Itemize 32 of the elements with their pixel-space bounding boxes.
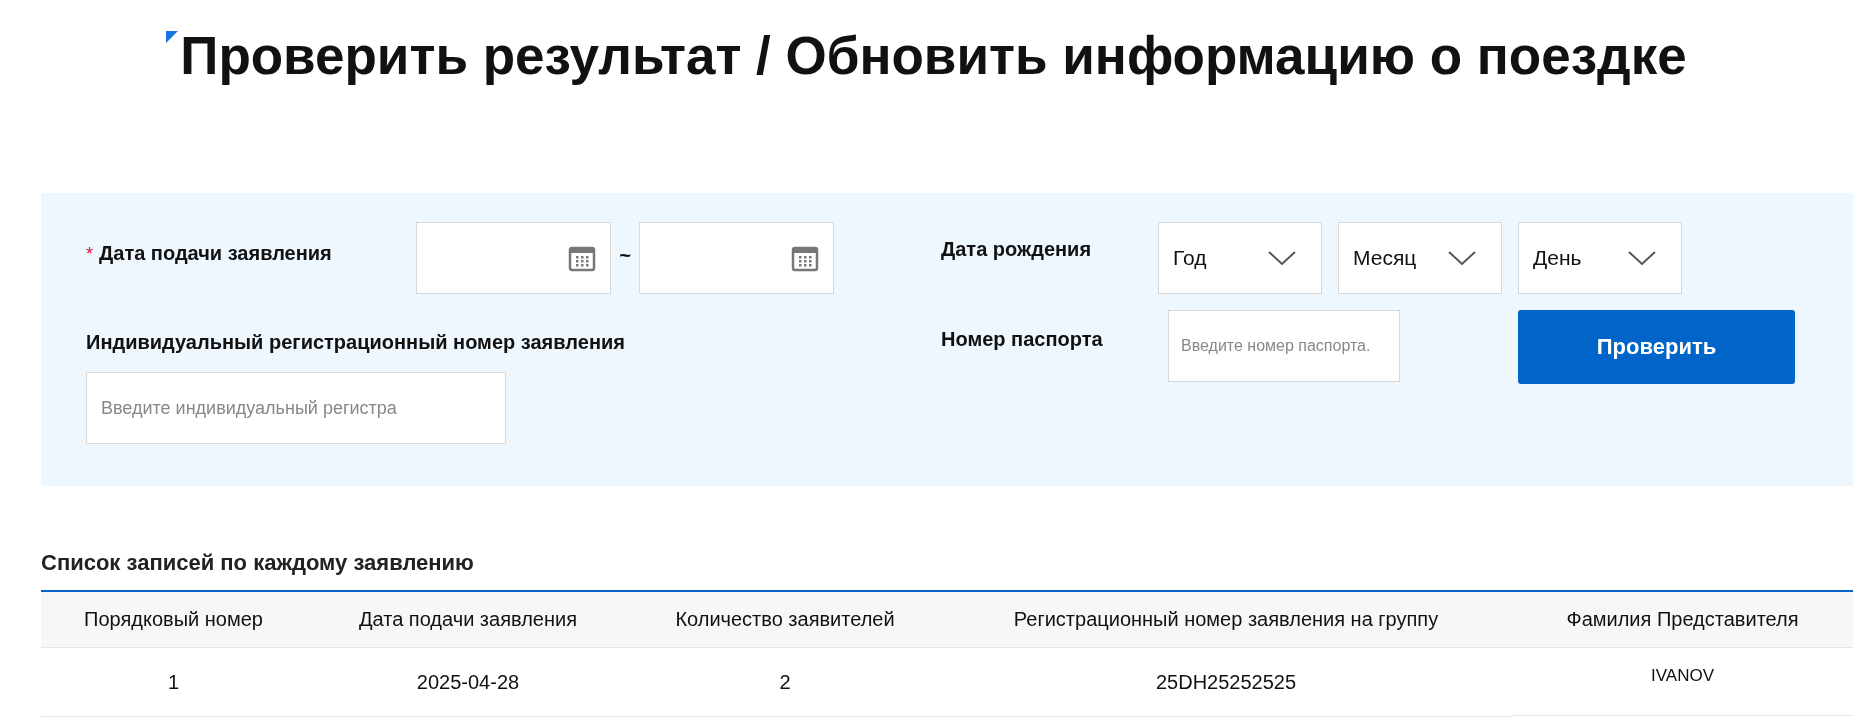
column-header: Фамилия Представителя <box>1512 592 1853 648</box>
date-field[interactable] <box>639 222 834 294</box>
submit-button[interactable]: Проверить <box>1518 310 1795 384</box>
column-header: Регистрационный номер заявления на группу <box>940 592 1512 648</box>
table-cell: 25DH25252525 <box>940 648 1512 717</box>
chevron-down-icon <box>1447 249 1477 267</box>
calendar-icon[interactable] <box>791 244 819 272</box>
field-label: Индивидуальный регистрационный номер заявления <box>86 330 626 354</box>
page-title: Проверить результат / Обновить информацию о поездке <box>180 26 1687 86</box>
field-label: Дата подачи заявления <box>99 241 332 265</box>
corner-mark-icon <box>166 31 179 43</box>
input-field[interactable]: Введите номер паспорта. <box>1168 310 1400 382</box>
select-field[interactable]: Год <box>1158 222 1322 294</box>
column-header: Дата подачи заявления <box>306 592 630 648</box>
field-label: Номер паспорта <box>941 327 1104 351</box>
field-label: Дата рождения <box>941 237 1093 261</box>
column-header: Порядковый номер <box>41 592 306 648</box>
table-cell: 1 <box>41 648 306 717</box>
select-field[interactable]: День <box>1518 222 1682 294</box>
table-cell: 2025-04-28 <box>306 648 630 717</box>
select-field[interactable]: Месяц <box>1338 222 1502 294</box>
range-separator: ~ <box>618 243 632 267</box>
input-field[interactable]: Введите индивидуальный регистра <box>86 372 506 444</box>
date-field[interactable] <box>416 222 611 294</box>
table-cell: 2 <box>630 648 940 717</box>
table-cell: IVANOV <box>1512 648 1853 716</box>
chevron-down-icon <box>1267 249 1297 267</box>
required-mark: * <box>86 244 93 265</box>
calendar-icon[interactable] <box>568 244 596 272</box>
section-title: Список записей по каждому заявлению <box>41 549 475 577</box>
column-header: Количество заявителей <box>630 592 940 648</box>
chevron-down-icon <box>1627 249 1657 267</box>
